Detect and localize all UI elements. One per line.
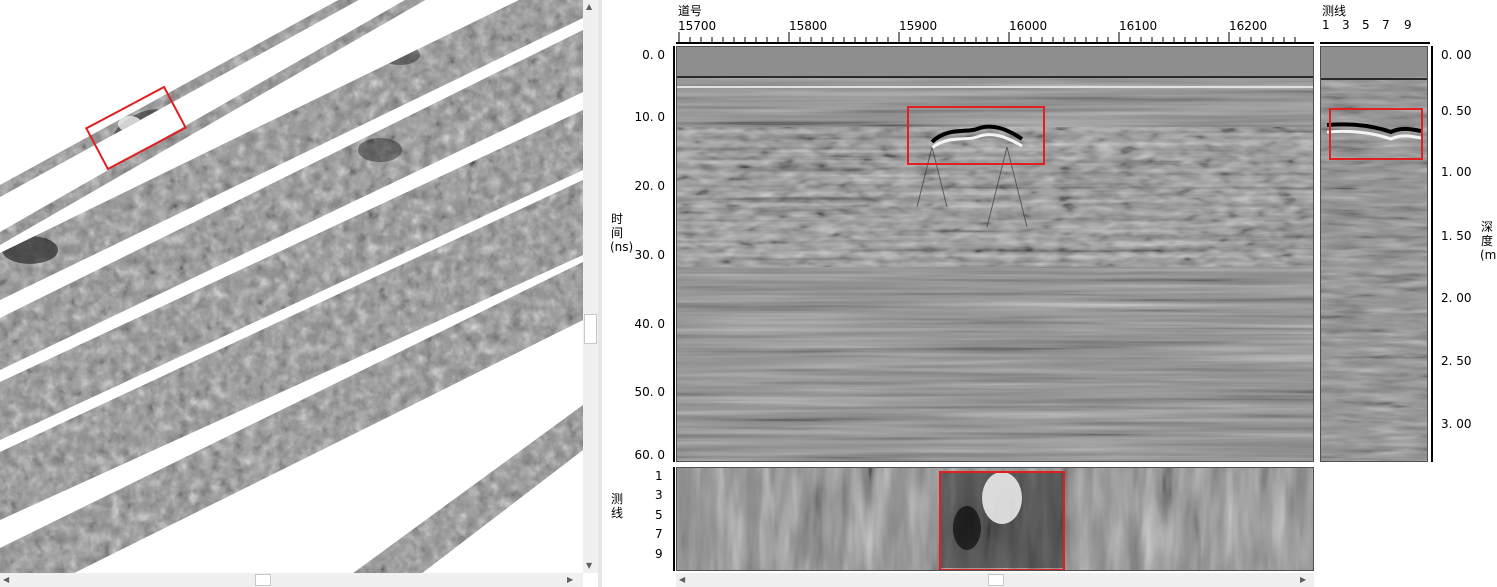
map-vertical-scrollbar-track[interactable]: ▲ ▼ (583, 0, 598, 573)
panel-splitter[interactable] (598, 0, 602, 587)
line-tick-label: 3 (1342, 18, 1350, 32)
depth-tick-label: 2. 00 (1441, 291, 1472, 305)
depth-tick-label: 1. 50 (1441, 229, 1472, 243)
profile-scroll-left-arrow-icon[interactable]: ◀ (679, 576, 685, 584)
survey-strips-map[interactable] (0, 0, 583, 573)
map-horizontal-scrollbar[interactable]: ◀ ▶ (0, 573, 583, 587)
time-tick-label: 40. 0 (634, 317, 665, 331)
profile-scroll-right-arrow-icon[interactable]: ▶ (1300, 576, 1306, 584)
line-tick-label: 5 (1362, 18, 1370, 32)
depth-tick-label: 2. 50 (1441, 354, 1472, 368)
trace-tick-label: 16100 (1119, 19, 1158, 33)
trace-tick-label: 15900 (899, 19, 938, 33)
side-profile-panel[interactable] (1320, 46, 1428, 462)
bottom-axis-title: 测 线 (610, 492, 623, 520)
map-horizontal-scroll-thumb[interactable] (255, 574, 271, 586)
line-axis-top (1320, 42, 1430, 44)
line-tick-label: 9 (1404, 18, 1412, 32)
time-tick-label: 60. 0 (634, 448, 665, 462)
trace-tick-label: 15800 (789, 19, 828, 33)
bottom-tick-label: 7 (655, 527, 663, 541)
scroll-down-arrow-icon[interactable]: ▼ (586, 562, 592, 570)
trace-number-label: 道号 (678, 4, 703, 18)
side-selection-box[interactable] (1329, 108, 1423, 160)
depth-axis-line (1431, 46, 1433, 462)
profile-horizontal-scrollbar[interactable]: ◀ ▶ (676, 573, 1314, 587)
scroll-up-arrow-icon[interactable]: ▲ (586, 3, 592, 11)
time-tick-label: 50. 0 (634, 385, 665, 399)
trace-tick-label: 16000 (1009, 19, 1048, 33)
profile-horizontal-scroll-thumb[interactable] (988, 574, 1004, 586)
radar-profile-panel[interactable] (676, 46, 1314, 462)
bottom-axis-line (673, 467, 675, 571)
depth-tick-label: 3. 00 (1441, 417, 1472, 431)
time-axis-title: 时 间(ns) (610, 212, 634, 254)
bottom-tick-label: 9 (655, 547, 663, 561)
map-panel[interactable] (0, 0, 583, 573)
profile-selection-box[interactable] (907, 106, 1045, 165)
trace-tick-label: 16200 (1229, 19, 1268, 33)
depth-tick-label: 1. 00 (1441, 165, 1472, 179)
time-tick-label: 10. 0 (634, 110, 665, 124)
line-tick-label: 1 (1322, 18, 1330, 32)
map-vertical-scroll-thumb[interactable] (584, 314, 597, 344)
survey-line-label: 测线 (1322, 4, 1347, 18)
bottom-tick-label: 5 (655, 508, 663, 522)
trace-tick-label: 15700 (678, 19, 717, 33)
bottom-tick-label: 1 (655, 469, 663, 483)
horizontal-slice-panel[interactable] (676, 467, 1314, 571)
slice-selection-box[interactable] (939, 471, 1065, 570)
time-axis-line (673, 46, 675, 462)
scroll-right-arrow-icon[interactable]: ▶ (567, 576, 573, 584)
trace-axis-ticks (678, 32, 1296, 42)
depth-axis-title: 深 度(m) (1480, 220, 1497, 262)
depth-tick-label: 0. 00 (1441, 48, 1472, 62)
line-tick-label: 7 (1382, 18, 1390, 32)
time-tick-label: 0. 0 (642, 48, 665, 62)
bottom-tick-label: 3 (655, 488, 663, 502)
time-tick-label: 20. 0 (634, 179, 665, 193)
scroll-left-arrow-icon[interactable]: ◀ (3, 576, 9, 584)
depth-tick-label: 0. 50 (1441, 104, 1472, 118)
